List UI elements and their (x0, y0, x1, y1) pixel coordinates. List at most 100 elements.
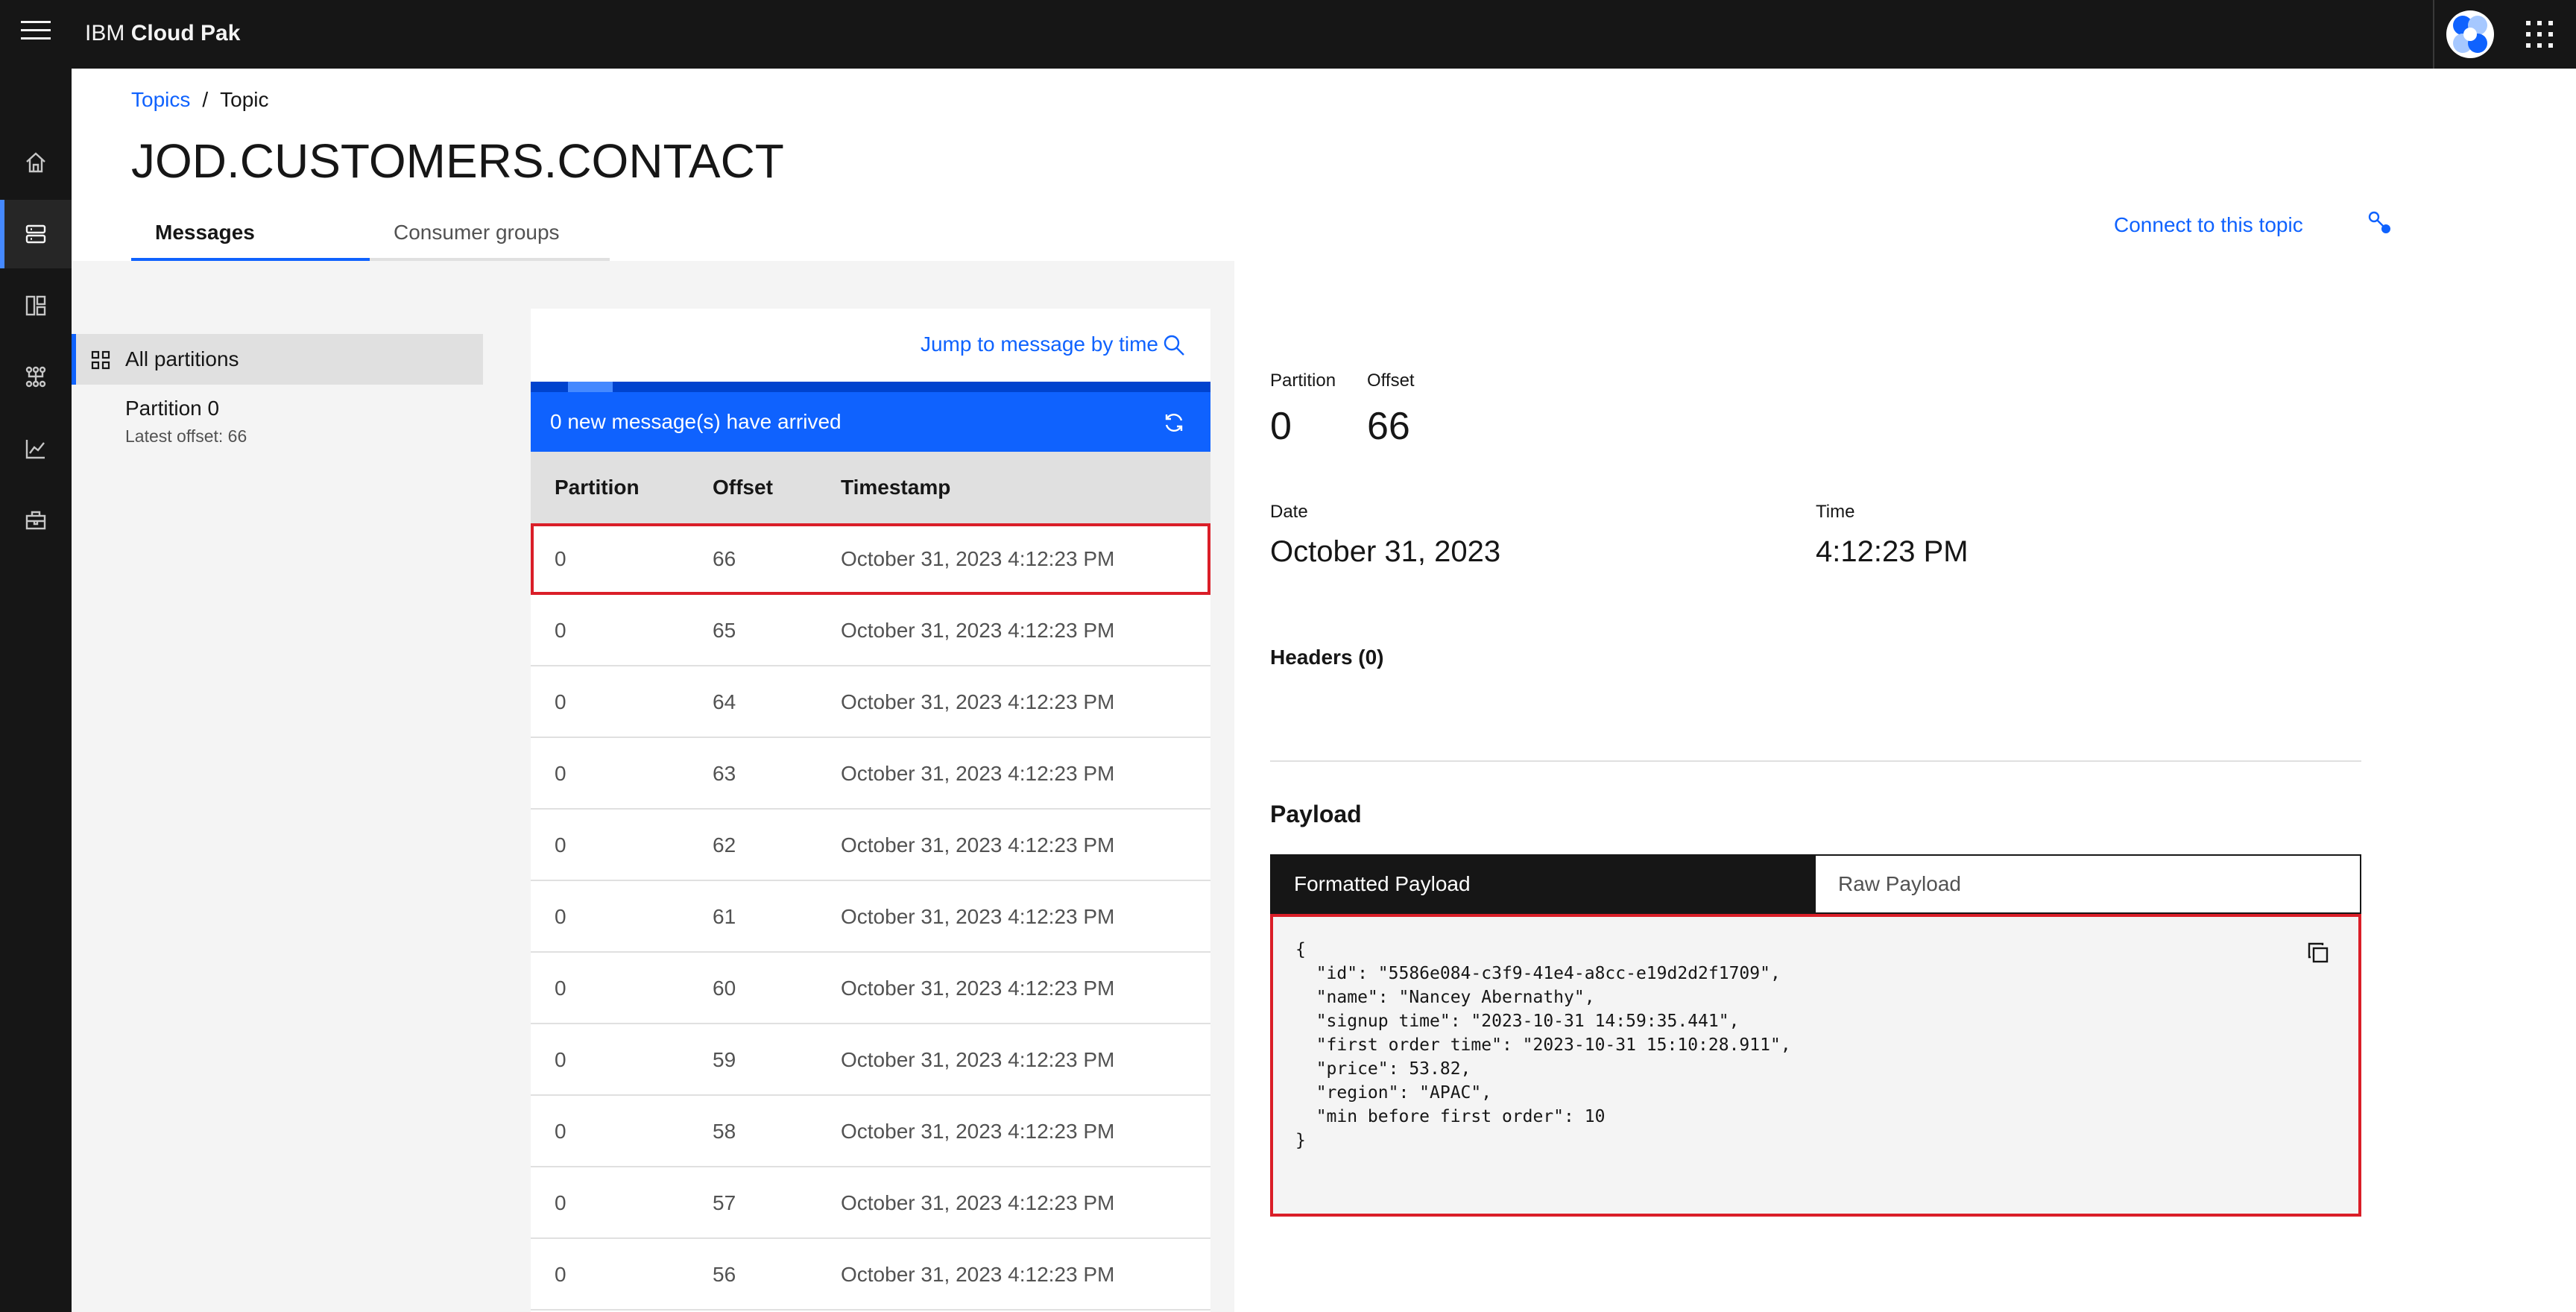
table-row[interactable]: 0 61 October 31, 2023 4:12:23 PM (531, 881, 1210, 953)
user-avatar-icon[interactable] (2445, 9, 2496, 60)
nav-monitoring[interactable] (0, 414, 72, 483)
row-partition: 0 (555, 977, 566, 1000)
row-offset: 60 (713, 977, 736, 1000)
table-row[interactable]: 0 58 October 31, 2023 4:12:23 PM (531, 1096, 1210, 1167)
row-timestamp: October 31, 2023 4:12:23 PM (841, 1263, 1115, 1286)
table-row[interactable]: 0 59 October 31, 2023 4:12:23 PM (531, 1024, 1210, 1096)
breadcrumb-separator: / (202, 88, 209, 111)
loading-bar (531, 382, 1210, 392)
brand-prefix: IBM (85, 21, 125, 45)
row-offset: 63 (713, 762, 736, 785)
row-timestamp: October 31, 2023 4:12:23 PM (841, 547, 1115, 570)
partition-all[interactable]: All partitions (72, 334, 483, 385)
column-header-partition[interactable]: Partition (555, 474, 640, 501)
new-messages-banner: 0 new message(s) have arrived (531, 392, 1210, 452)
search-icon[interactable] (1163, 334, 1185, 356)
nav-topics[interactable] (0, 200, 72, 268)
nav-consumer-groups[interactable] (0, 343, 72, 411)
row-offset: 56 (713, 1263, 736, 1286)
page-title: JOD.CUSTOMERS.CONTACT (131, 134, 784, 188)
breadcrumb-current: Topic (220, 88, 269, 111)
row-offset: 58 (713, 1120, 736, 1143)
column-header-offset[interactable]: Offset (713, 474, 773, 501)
row-partition: 0 (555, 1263, 566, 1286)
row-timestamp: October 31, 2023 4:12:23 PM (841, 977, 1115, 1000)
row-partition: 0 (555, 1048, 566, 1071)
partition-latest-offset: Latest offset: 66 (125, 426, 247, 446)
detail-date-value: October 31, 2023 (1270, 535, 1501, 568)
nav-toolbox[interactable] (0, 486, 72, 555)
consumer-groups-icon (25, 366, 46, 388)
table-header: Partition Offset Timestamp (531, 452, 1210, 523)
table-row[interactable]: 0 57 October 31, 2023 4:12:23 PM (531, 1167, 1210, 1239)
row-partition: 0 (555, 762, 566, 785)
tab-messages[interactable]: Messages (131, 209, 370, 261)
header-divider (2433, 0, 2434, 69)
row-timestamp: October 31, 2023 4:12:23 PM (841, 833, 1115, 857)
row-timestamp: October 31, 2023 4:12:23 PM (841, 690, 1115, 713)
payload-tabs: Formatted Payload Raw Payload (1270, 854, 2361, 914)
payload-json: { "id": "5586e084-c3f9-41e4-a8cc-e19d2d2… (1295, 940, 1791, 1150)
product-name[interactable]: IBM Cloud Pak (85, 20, 240, 47)
detail-offset-label: Offset (1367, 370, 1415, 391)
detail-date-label: Date (1270, 502, 1308, 522)
partition-name: Partition 0 (125, 397, 220, 420)
row-offset: 57 (713, 1191, 736, 1214)
toolbox-icon (25, 511, 46, 530)
home-icon (26, 152, 45, 173)
row-partition: 0 (555, 690, 566, 713)
topics-icon (25, 224, 46, 244)
section-divider (1270, 760, 2361, 762)
row-offset: 59 (713, 1048, 736, 1071)
row-offset: 61 (713, 905, 736, 928)
column-header-timestamp[interactable]: Timestamp (841, 474, 950, 501)
side-nav (0, 69, 72, 1312)
table-row[interactable]: 0 62 October 31, 2023 4:12:23 PM (531, 810, 1210, 881)
nav-schemas[interactable] (0, 271, 72, 340)
row-offset: 65 (713, 619, 736, 642)
new-messages-text: 0 new message(s) have arrived (550, 410, 842, 433)
tab-formatted-payload[interactable]: Formatted Payload (1272, 856, 1816, 912)
tab-consumer-groups[interactable]: Consumer groups (394, 209, 560, 261)
messages-panel: Jump to message by time 0 new message(s)… (531, 309, 1210, 1312)
menu-icon[interactable] (21, 21, 51, 48)
monitoring-icon (25, 440, 45, 459)
tab-raw-payload[interactable]: Raw Payload (1816, 856, 2360, 912)
row-timestamp: October 31, 2023 4:12:23 PM (841, 762, 1115, 785)
top-header: IBM Cloud Pak (0, 0, 2576, 69)
breadcrumb: Topics / Topic (131, 86, 269, 113)
refresh-icon[interactable] (1163, 411, 1185, 434)
row-offset: 62 (713, 833, 736, 857)
table-row[interactable]: 0 56 October 31, 2023 4:12:23 PM (531, 1239, 1210, 1311)
row-timestamp: October 31, 2023 4:12:23 PM (841, 1191, 1115, 1214)
table-row[interactable]: 0 66 October 31, 2023 4:12:23 PM (531, 523, 1210, 595)
connect-icon[interactable] (2367, 210, 2393, 236)
jump-to-time-link[interactable]: Jump to message by time (921, 331, 1158, 358)
table-row[interactable]: 0 63 October 31, 2023 4:12:23 PM (531, 738, 1210, 810)
row-timestamp: October 31, 2023 4:12:23 PM (841, 1048, 1115, 1071)
payload-code-block: { "id": "5586e084-c3f9-41e4-a8cc-e19d2d2… (1270, 914, 2361, 1217)
detail-time-label: Time (1816, 502, 1855, 522)
app-switcher-icon[interactable] (2525, 19, 2554, 49)
detail-partition-label: Partition (1270, 370, 1336, 391)
payload-title: Payload (1270, 801, 1362, 827)
table-row[interactable]: 0 65 October 31, 2023 4:12:23 PM (531, 595, 1210, 666)
topic-tabs: Messages Consumer groups (131, 209, 610, 261)
row-offset: 66 (713, 547, 736, 570)
detail-partition-value: 0 (1270, 405, 1292, 448)
row-timestamp: October 31, 2023 4:12:23 PM (841, 1120, 1115, 1143)
schemas-icon (25, 295, 46, 316)
row-partition: 0 (555, 1120, 566, 1143)
breadcrumb-topics-link[interactable]: Topics (131, 88, 190, 111)
row-timestamp: October 31, 2023 4:12:23 PM (841, 619, 1115, 642)
copy-icon[interactable] (2306, 941, 2330, 965)
messages-table-body: 0 66 October 31, 2023 4:12:23 PM 0 65 Oc… (531, 523, 1210, 1311)
row-offset: 64 (713, 690, 736, 713)
connect-to-topic-link[interactable]: Connect to this topic (2114, 212, 2303, 239)
nav-home[interactable] (0, 128, 72, 197)
partition-item[interactable]: Partition 0 Latest offset: 66 (125, 395, 247, 447)
table-row[interactable]: 0 60 October 31, 2023 4:12:23 PM (531, 953, 1210, 1024)
row-partition: 0 (555, 833, 566, 857)
table-row[interactable]: 0 64 October 31, 2023 4:12:23 PM (531, 666, 1210, 738)
brand-name: Cloud Pak (130, 21, 241, 45)
